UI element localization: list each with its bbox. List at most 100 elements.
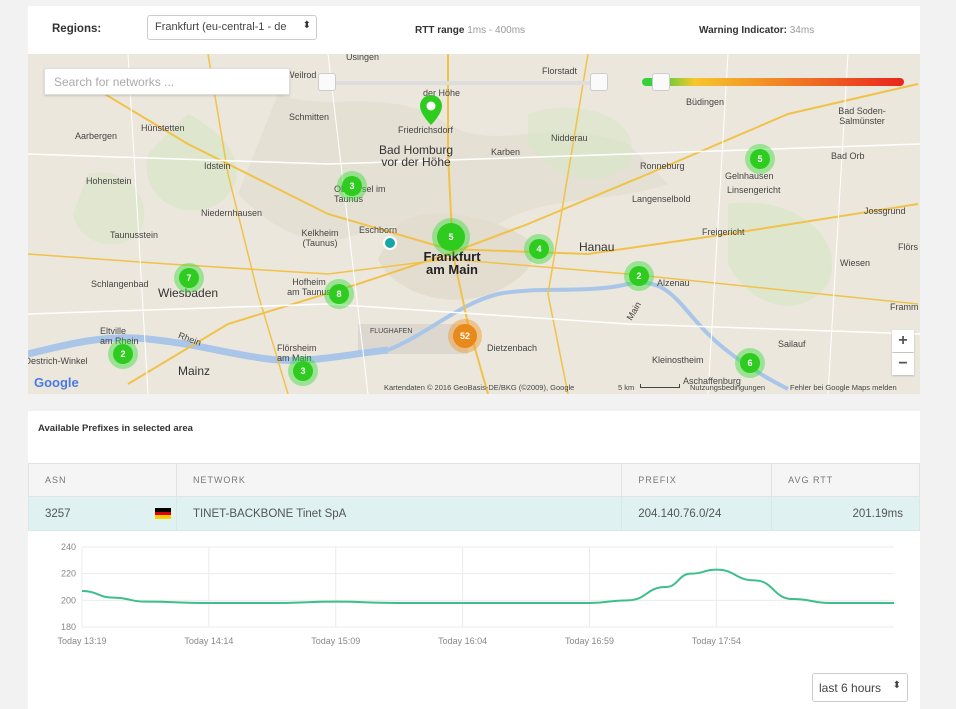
- network-cluster-marker[interactable]: 6: [735, 348, 765, 378]
- network-cluster-marker[interactable]: 52: [448, 319, 482, 353]
- x-tick-label: Today 14:14: [184, 636, 233, 646]
- map-place: Langenselbold: [632, 194, 691, 204]
- rtt-range-label: RTT range: [415, 25, 465, 36]
- terms-link[interactable]: Nutzungsbedingungen: [690, 383, 765, 392]
- warning-indicator-label: Warning Indicator:: [699, 25, 787, 36]
- cluster-count: 2: [113, 344, 133, 364]
- column-header-network[interactable]: NETWORK: [175, 463, 623, 497]
- map-place: Kelkheim (Taunus): [301, 228, 339, 248]
- report-error-link[interactable]: Fehler bei Google Maps melden: [790, 383, 897, 392]
- map-place: Bad Soden-Salmünster: [838, 106, 886, 126]
- network-cluster-marker[interactable]: 5: [745, 144, 775, 174]
- map-place: Wiesen: [840, 258, 871, 268]
- zoom-in-button[interactable]: +: [892, 330, 914, 352]
- map-attribution: Kartendaten © 2016 GeoBasis-DE/BKG (©200…: [384, 383, 575, 392]
- rtt-range-value: 1ms - 400ms: [467, 25, 526, 36]
- time-range-select[interactable]: last 6 hours ⬍: [812, 673, 908, 702]
- map-place: Alzenau: [657, 278, 690, 288]
- map-place: Oestrich-Winkel: [28, 356, 88, 366]
- page-margin: [920, 0, 956, 709]
- map-place: Weilrod: [286, 70, 317, 80]
- prefixes-panel: Available Prefixes in selected area ASN …: [28, 411, 920, 709]
- map-place: Schmitten: [289, 112, 330, 122]
- rtt-range-readout: RTT range 1ms - 400ms: [415, 25, 525, 36]
- rtt-chart-svg: 180 200 220 240 Today 13:19 Today 14:14 Today …: [57, 542, 894, 646]
- map-scale: 5 km: [618, 383, 635, 392]
- x-tick-label: Today 16:04: [438, 636, 487, 646]
- region-select-value: Frankfurt (eu-central-1 - de: [155, 21, 287, 33]
- x-tick-label: Today 17:54: [692, 636, 741, 646]
- asn-cell: 3257: [28, 496, 177, 531]
- warning-indicator-readout: Warning Indicator: 34ms: [699, 25, 814, 36]
- network-cluster-marker[interactable]: 4: [524, 234, 554, 264]
- map-place: Friedrichsdorf: [398, 125, 454, 135]
- filter-toolbar: Regions: Frankfurt (eu-central-1 - de ⬍ …: [28, 6, 920, 54]
- cluster-count: 3: [293, 361, 313, 381]
- x-tick-label: Today 15:09: [311, 636, 360, 646]
- network-cluster-marker[interactable]: 3: [288, 356, 318, 386]
- cluster-count: 52: [453, 324, 477, 348]
- asn-value: 3257: [45, 507, 71, 520]
- select-arrows-icon: ⬍: [302, 20, 311, 31]
- map-place: Hanau: [579, 240, 615, 254]
- column-header-avg-rtt[interactable]: AVG RTT: [771, 463, 920, 497]
- map-place: Flörs: [898, 242, 918, 252]
- y-tick-label: 200: [61, 595, 76, 605]
- network-cluster-marker[interactable]: 3: [337, 171, 367, 201]
- map-place: Usingen: [346, 54, 380, 62]
- cluster-count: 8: [329, 284, 349, 304]
- rtt-range-slider[interactable]: [318, 73, 608, 91]
- map-place: Hünstetten: [141, 123, 185, 133]
- cluster-count: 3: [342, 176, 362, 196]
- prefix-cell: 204.140.76.0/24: [621, 496, 773, 531]
- rtt-history-chart: 180 200 220 240 Today 13:19 Today 14:14 Today …: [28, 530, 920, 709]
- zoom-out-button[interactable]: −: [892, 353, 914, 375]
- map-place: Hohenstein: [86, 176, 132, 186]
- map-place: Freigericht: [702, 227, 745, 237]
- table-header-row: ASN NETWORK PREFIX AVG RTT: [28, 463, 920, 497]
- region-select[interactable]: Frankfurt (eu-central-1 - de ⬍: [147, 15, 317, 40]
- warning-indicator-value: 34ms: [789, 25, 815, 36]
- network-cluster-marker[interactable]: 2: [108, 339, 138, 369]
- cluster-count: 6: [740, 353, 760, 373]
- map-place: Eschborn: [359, 225, 398, 235]
- column-header-prefix[interactable]: PREFIX: [621, 463, 773, 497]
- x-tick-label: Today 16:59: [565, 636, 614, 646]
- selected-location-dot[interactable]: [383, 236, 397, 250]
- map-place: Niedernhausen: [201, 208, 263, 218]
- select-arrows-icon: ⬍: [892, 680, 901, 691]
- network-cluster-marker[interactable]: 5: [432, 218, 470, 256]
- cluster-count: 5: [437, 223, 465, 251]
- map-place: Büdingen: [686, 97, 725, 107]
- network-cluster-marker[interactable]: 7: [174, 263, 204, 293]
- warning-indicator-slider[interactable]: [642, 73, 904, 91]
- y-tick-label: 220: [61, 569, 76, 579]
- network-cell: TINET-BACKBONE Tinet SpA: [175, 496, 623, 531]
- cluster-count: 4: [529, 239, 549, 259]
- cluster-count: 7: [179, 268, 199, 288]
- map-place: Bad Orb: [831, 151, 865, 161]
- table-row[interactable]: 3257 TINET-BACKBONE Tinet SpA 204.140.76…: [28, 496, 920, 531]
- map-pin-icon[interactable]: [420, 95, 442, 125]
- rtt-max-handle[interactable]: [590, 73, 608, 91]
- x-tick-label: Today 13:19: [57, 636, 106, 646]
- network-map[interactable]: Usingen Florstadt Weilrod der Höhe Büdin…: [28, 54, 920, 394]
- network-search-input[interactable]: Search for networks ...: [44, 68, 290, 95]
- map-place: Taunusstein: [110, 230, 159, 240]
- network-cluster-marker[interactable]: 2: [624, 261, 654, 291]
- column-header-asn[interactable]: ASN: [28, 463, 177, 497]
- series-line: [81, 568, 894, 604]
- warning-handle[interactable]: [652, 73, 670, 91]
- map-place: Jossgrund: [864, 206, 906, 216]
- map-place: Karben: [491, 147, 521, 157]
- map-place: Bad Homburg vor der Höhe: [378, 143, 454, 169]
- map-place: Florstadt: [542, 66, 578, 76]
- network-cluster-marker[interactable]: 8: [324, 279, 354, 309]
- cluster-count: 5: [750, 149, 770, 169]
- rtt-min-handle[interactable]: [318, 73, 336, 91]
- y-tick-label: 240: [61, 542, 76, 552]
- prefixes-table: ASN NETWORK PREFIX AVG RTT 3257 TINET-BA…: [28, 463, 920, 531]
- map-place: Mainz: [178, 364, 211, 378]
- map-place: Kleinostheim: [652, 355, 704, 365]
- time-range-value: last 6 hours: [819, 681, 882, 695]
